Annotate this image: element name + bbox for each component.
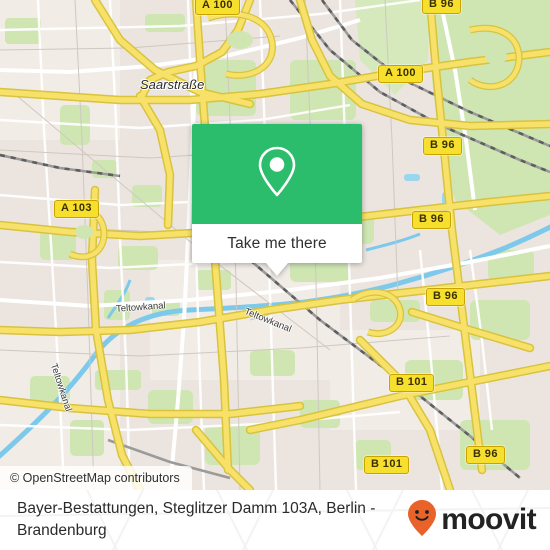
take-me-there-button[interactable]: Take me there bbox=[192, 224, 362, 263]
map-pin-icon bbox=[255, 144, 299, 205]
moovit-map-screenshot: Saarstraße Teltowkanal Teltowkanal Telto… bbox=[0, 0, 550, 550]
road-shield-b101-upper: B 101 bbox=[389, 374, 435, 392]
place-callout-card[interactable]: Take me there bbox=[192, 124, 362, 276]
moovit-pin-smile-icon bbox=[407, 499, 437, 542]
footer-bar: Bayer-Bestattungen, Steglitzer Damm 103A… bbox=[0, 490, 550, 550]
road-shield-a100-top: A 100 bbox=[195, 0, 240, 15]
map-attribution[interactable]: © OpenStreetMap contributors bbox=[0, 466, 192, 490]
road-shield-b96-bottom: B 96 bbox=[466, 446, 505, 464]
place-title: Bayer-Bestattungen, Steglitzer Damm 103A… bbox=[17, 500, 376, 539]
road-shield-b96-lower: B 96 bbox=[426, 288, 465, 306]
road-shield-a100-right: A 100 bbox=[378, 65, 423, 83]
moovit-wordmark: moovit bbox=[441, 503, 536, 536]
road-shield-b96-top: B 96 bbox=[422, 0, 461, 14]
card-header bbox=[192, 124, 362, 224]
moovit-logo[interactable]: moovit bbox=[407, 499, 537, 542]
road-shield-a103: A 103 bbox=[54, 200, 99, 218]
road-shield-b96-mid: B 96 bbox=[412, 211, 451, 229]
road-shield-b101-lower: B 101 bbox=[364, 456, 410, 474]
take-me-there-label: Take me there bbox=[227, 234, 327, 252]
callout-pointer-tail bbox=[266, 263, 288, 276]
road-shield-b96-upper: B 96 bbox=[423, 137, 462, 155]
